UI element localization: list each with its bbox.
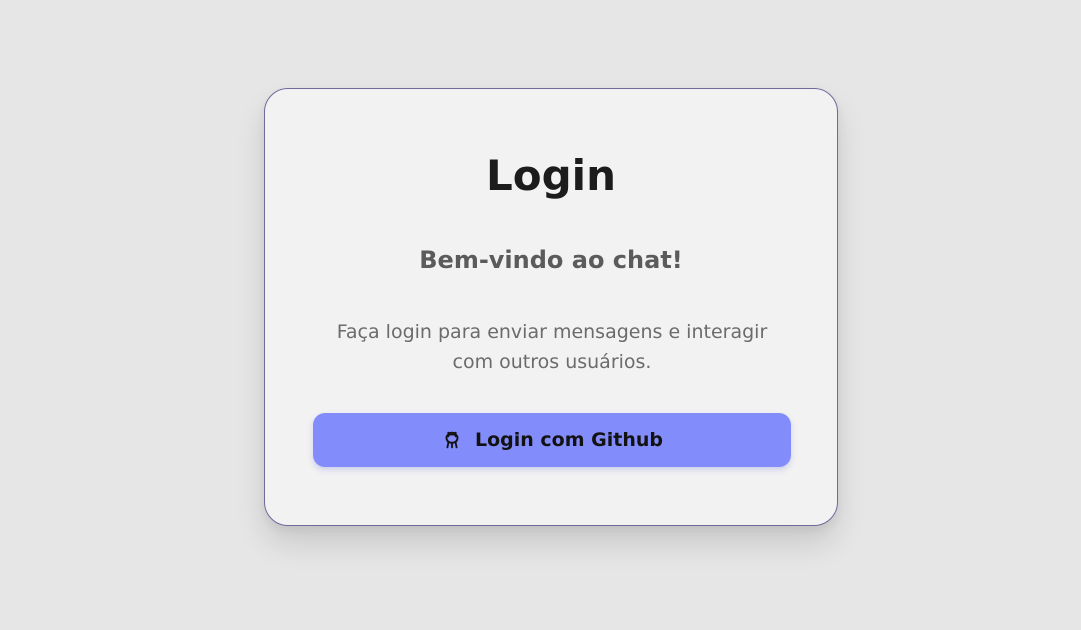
welcome-subtitle: Bem-vindo ao chat! [419, 246, 683, 274]
login-button-label: Login com Github [475, 429, 663, 451]
login-page: Login Bem-vindo ao chat! Faça login para… [0, 0, 1081, 630]
page-title: Login [486, 151, 616, 200]
login-description: Faça login para enviar mensagens e inter… [336, 321, 768, 373]
github-login-button[interactable]: Login com Github [313, 413, 791, 467]
login-card: Login Bem-vindo ao chat! Faça login para… [264, 88, 838, 526]
github-icon [441, 429, 463, 451]
